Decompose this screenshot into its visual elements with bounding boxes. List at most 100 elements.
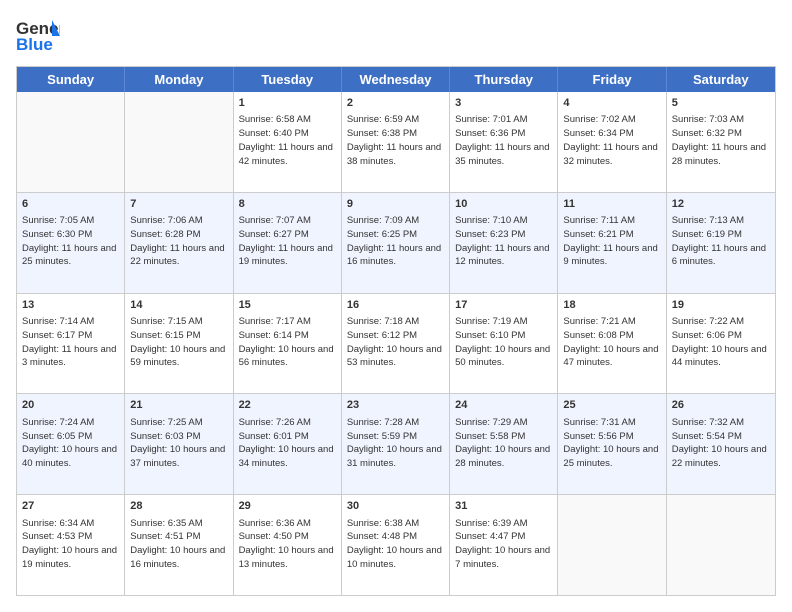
day-info: Sunrise: 7:21 AM Sunset: 6:08 PM Dayligh… [563, 315, 660, 370]
day-cell-19: 19Sunrise: 7:22 AM Sunset: 6:06 PM Dayli… [667, 294, 775, 394]
day-info: Sunrise: 6:39 AM Sunset: 4:47 PM Dayligh… [455, 517, 552, 572]
calendar-body: 1 Sunrise: 6:58 AM Sunset: 6:40 PM Daylig… [17, 92, 775, 595]
day-number: 28 [130, 499, 227, 514]
day-header-friday: Friday [558, 67, 666, 92]
day-info: Sunrise: 6:34 AM Sunset: 4:53 PM Dayligh… [22, 517, 119, 572]
day-info: Sunrise: 7:31 AM Sunset: 5:56 PM Dayligh… [563, 416, 660, 471]
day-info: Sunrise: 7:19 AM Sunset: 6:10 PM Dayligh… [455, 315, 552, 370]
day-info: Sunrise: 7:26 AM Sunset: 6:01 PM Dayligh… [239, 416, 336, 471]
week-row-1: 1 Sunrise: 6:58 AM Sunset: 6:40 PM Daylig… [17, 92, 775, 193]
day-cell-14: 14Sunrise: 7:15 AM Sunset: 6:15 PM Dayli… [125, 294, 233, 394]
day-cell-28: 28 Sunrise: 6:35 AM Sunset: 4:51 PM Dayli… [125, 495, 233, 595]
day-header-thursday: Thursday [450, 67, 558, 92]
day-number: 5 [672, 96, 770, 111]
header: General Blue [16, 16, 776, 56]
day-info: Sunrise: 7:02 AM Sunset: 6:34 PM Dayligh… [563, 113, 660, 168]
day-info: Sunrise: 6:58 AM Sunset: 6:40 PM Dayligh… [239, 113, 336, 168]
day-number: 16 [347, 298, 444, 313]
day-cell-15: 15Sunrise: 7:17 AM Sunset: 6:14 PM Dayli… [234, 294, 342, 394]
day-number: 30 [347, 499, 444, 514]
day-info: Sunrise: 6:35 AM Sunset: 4:51 PM Dayligh… [130, 517, 227, 572]
day-header-wednesday: Wednesday [342, 67, 450, 92]
day-number: 3 [455, 96, 552, 111]
day-info: Sunrise: 7:05 AM Sunset: 6:30 PM Dayligh… [22, 214, 119, 269]
day-number: 26 [672, 398, 770, 413]
day-cell-29: 29 Sunrise: 6:36 AM Sunset: 4:50 PM Dayli… [234, 495, 342, 595]
day-cell-25: 25 Sunrise: 7:31 AM Sunset: 5:56 PM Dayli… [558, 394, 666, 494]
day-cell-17: 17 Sunrise: 7:19 AM Sunset: 6:10 PM Dayli… [450, 294, 558, 394]
week-row-3: 13 Sunrise: 7:14 AM Sunset: 6:17 PM Dayli… [17, 294, 775, 395]
day-number: 23 [347, 398, 444, 413]
day-number: 4 [563, 96, 660, 111]
day-number: 20 [22, 398, 119, 413]
week-row-4: 20 Sunrise: 7:24 AM Sunset: 6:05 PM Dayli… [17, 394, 775, 495]
day-cell-10: 10 Sunrise: 7:10 AM Sunset: 6:23 PM Dayli… [450, 193, 558, 293]
day-cell-13: 13 Sunrise: 7:14 AM Sunset: 6:17 PM Dayli… [17, 294, 125, 394]
day-number: 10 [455, 197, 552, 212]
day-cell-5: 5 Sunrise: 7:03 AM Sunset: 6:32 PM Daylig… [667, 92, 775, 192]
week-row-2: 6 Sunrise: 7:05 AM Sunset: 6:30 PM Daylig… [17, 193, 775, 294]
day-header-saturday: Saturday [667, 67, 775, 92]
day-number: 25 [563, 398, 660, 413]
day-cell-8: 8Sunrise: 7:07 AM Sunset: 6:27 PM Daylig… [234, 193, 342, 293]
day-info: Sunrise: 6:38 AM Sunset: 4:48 PM Dayligh… [347, 517, 444, 572]
day-info: Sunrise: 7:03 AM Sunset: 6:32 PM Dayligh… [672, 113, 770, 168]
day-number: 17 [455, 298, 552, 313]
day-cell-7: 7 Sunrise: 7:06 AM Sunset: 6:28 PM Daylig… [125, 193, 233, 293]
calendar: SundayMondayTuesdayWednesdayThursdayFrid… [16, 66, 776, 596]
day-info: Sunrise: 6:59 AM Sunset: 6:38 PM Dayligh… [347, 113, 444, 168]
day-number: 22 [239, 398, 336, 413]
day-cell-2: 2Sunrise: 6:59 AM Sunset: 6:38 PM Daylig… [342, 92, 450, 192]
day-number: 18 [563, 298, 660, 313]
day-info: Sunrise: 7:24 AM Sunset: 6:05 PM Dayligh… [22, 416, 119, 471]
day-cell-1: 1 Sunrise: 6:58 AM Sunset: 6:40 PM Daylig… [234, 92, 342, 192]
day-info: Sunrise: 7:28 AM Sunset: 5:59 PM Dayligh… [347, 416, 444, 471]
day-info: Sunrise: 7:22 AM Sunset: 6:06 PM Dayligh… [672, 315, 770, 370]
day-cell-23: 23 Sunrise: 7:28 AM Sunset: 5:59 PM Dayli… [342, 394, 450, 494]
day-number: 7 [130, 197, 227, 212]
day-info: Sunrise: 7:09 AM Sunset: 6:25 PM Dayligh… [347, 214, 444, 269]
day-cell-26: 26Sunrise: 7:32 AM Sunset: 5:54 PM Dayli… [667, 394, 775, 494]
day-cell-6: 6 Sunrise: 7:05 AM Sunset: 6:30 PM Daylig… [17, 193, 125, 293]
day-number: 29 [239, 499, 336, 514]
day-info: Sunrise: 7:15 AM Sunset: 6:15 PM Dayligh… [130, 315, 227, 370]
day-info: Sunrise: 7:18 AM Sunset: 6:12 PM Dayligh… [347, 315, 444, 370]
day-number: 24 [455, 398, 552, 413]
empty-cell [125, 92, 233, 192]
empty-cell [667, 495, 775, 595]
day-info: Sunrise: 7:13 AM Sunset: 6:19 PM Dayligh… [672, 214, 770, 269]
day-header-monday: Monday [125, 67, 233, 92]
day-info: Sunrise: 7:14 AM Sunset: 6:17 PM Dayligh… [22, 315, 119, 370]
day-cell-18: 18 Sunrise: 7:21 AM Sunset: 6:08 PM Dayli… [558, 294, 666, 394]
day-cell-12: 12 Sunrise: 7:13 AM Sunset: 6:19 PM Dayli… [667, 193, 775, 293]
day-number: 31 [455, 499, 552, 514]
day-cell-21: 21Sunrise: 7:25 AM Sunset: 6:03 PM Dayli… [125, 394, 233, 494]
day-number: 21 [130, 398, 227, 413]
day-header-sunday: Sunday [17, 67, 125, 92]
day-header-tuesday: Tuesday [234, 67, 342, 92]
day-cell-3: 3Sunrise: 7:01 AM Sunset: 6:36 PM Daylig… [450, 92, 558, 192]
day-number: 13 [22, 298, 119, 313]
day-cell-27: 27Sunrise: 6:34 AM Sunset: 4:53 PM Dayli… [17, 495, 125, 595]
day-info: Sunrise: 7:17 AM Sunset: 6:14 PM Dayligh… [239, 315, 336, 370]
day-number: 9 [347, 197, 444, 212]
week-row-5: 27Sunrise: 6:34 AM Sunset: 4:53 PM Dayli… [17, 495, 775, 595]
empty-cell [17, 92, 125, 192]
empty-cell [558, 495, 666, 595]
day-cell-24: 24 Sunrise: 7:29 AM Sunset: 5:58 PM Dayli… [450, 394, 558, 494]
day-info: Sunrise: 7:06 AM Sunset: 6:28 PM Dayligh… [130, 214, 227, 269]
day-number: 1 [239, 96, 336, 111]
day-cell-22: 22 Sunrise: 7:26 AM Sunset: 6:01 PM Dayli… [234, 394, 342, 494]
day-cell-11: 11Sunrise: 7:11 AM Sunset: 6:21 PM Dayli… [558, 193, 666, 293]
logo: General Blue [16, 16, 64, 56]
day-info: Sunrise: 7:10 AM Sunset: 6:23 PM Dayligh… [455, 214, 552, 269]
day-cell-4: 4 Sunrise: 7:02 AM Sunset: 6:34 PM Daylig… [558, 92, 666, 192]
day-cell-16: 16 Sunrise: 7:18 AM Sunset: 6:12 PM Dayli… [342, 294, 450, 394]
day-info: Sunrise: 7:11 AM Sunset: 6:21 PM Dayligh… [563, 214, 660, 269]
day-number: 6 [22, 197, 119, 212]
day-info: Sunrise: 7:07 AM Sunset: 6:27 PM Dayligh… [239, 214, 336, 269]
day-info: Sunrise: 6:36 AM Sunset: 4:50 PM Dayligh… [239, 517, 336, 572]
day-info: Sunrise: 7:29 AM Sunset: 5:58 PM Dayligh… [455, 416, 552, 471]
day-number: 12 [672, 197, 770, 212]
day-cell-30: 30 Sunrise: 6:38 AM Sunset: 4:48 PM Dayli… [342, 495, 450, 595]
